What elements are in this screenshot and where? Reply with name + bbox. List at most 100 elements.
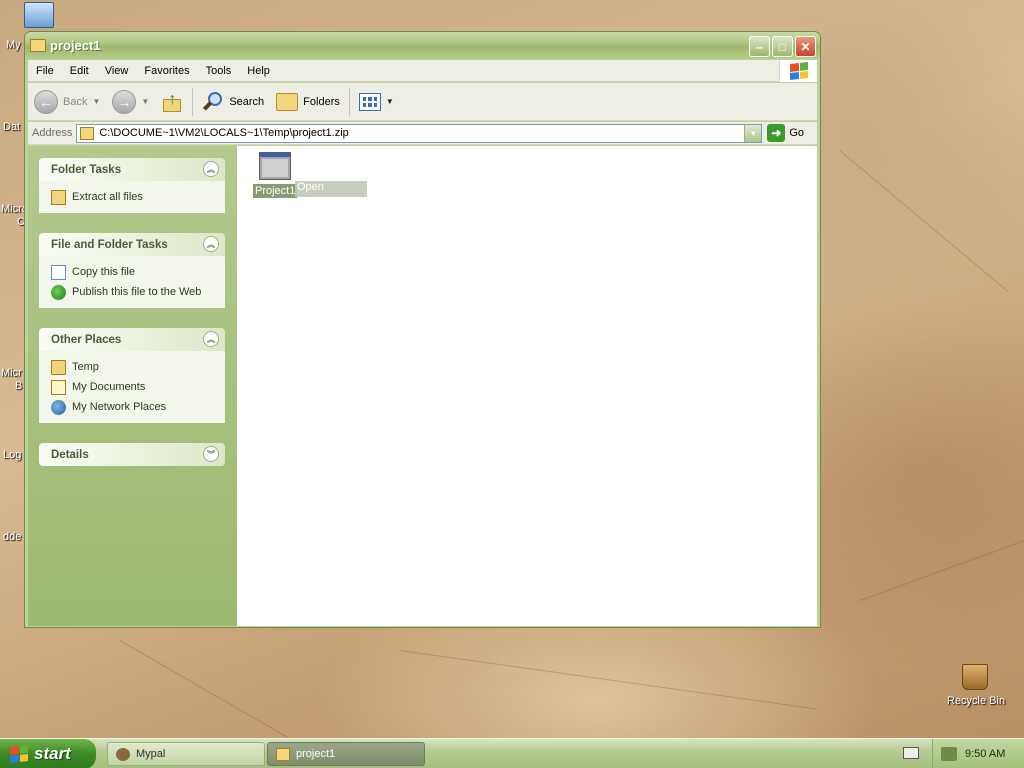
go-label: Go [789,127,805,139]
address-input[interactable]: C:\DOCUME~1\VM2\LOCALS~1\Temp\project1.z… [76,123,763,143]
back-button[interactable]: ← Back ▼ [28,86,106,118]
collapse-chevron-icon[interactable]: ︽ [203,331,219,347]
publish-web-icon [51,284,66,300]
folder-tasks-panel: Folder Tasks ︽ Extract all files [39,158,225,213]
menu-bar: File Edit View Favorites Tools Help [28,60,817,82]
folder-up-icon: ↑ [161,91,183,113]
task-copy-file[interactable]: Copy this file [51,262,225,282]
taskbar: start Mypal project1 9:50 AM [0,738,1024,768]
maximize-button[interactable]: □ [772,36,793,57]
file-folder-tasks-panel: File and Folder Tasks ︽ Copy this file P… [39,233,225,308]
extract-icon [51,189,66,205]
expand-chevron-icon[interactable]: ︾ [203,446,219,462]
folders-button[interactable]: Folders [270,86,346,118]
details-header[interactable]: Details ︾ [39,443,225,466]
desktop-icon-label[interactable]: My [6,39,21,51]
other-places-panel: Other Places ︽ Temp My Documents My Netw… [39,328,225,423]
task-pane: Folder Tasks ︽ Extract all files File an… [28,146,237,626]
start-button[interactable]: start [0,739,96,768]
zip-folder-icon [80,126,95,140]
copy-icon [51,264,66,280]
menu-file[interactable]: File [28,65,62,77]
taskbar-item-label: project1 [296,748,336,760]
toolbar-separator [192,87,194,116]
system-tray: 9:50 AM [932,739,1024,768]
details-panel: Details ︾ [39,443,225,466]
address-dropdown-button[interactable]: ▼ [744,124,762,142]
desktop-icon-label[interactable]: dde [3,531,21,543]
go-button[interactable]: ➜ Go [767,124,804,142]
my-computer-icon[interactable] [24,2,54,28]
desktop-icon-label[interactable]: B [15,380,22,392]
menu-edit[interactable]: Edit [62,65,97,77]
desktop-icon-label[interactable]: Dat [3,121,20,133]
address-value: C:\DOCUME~1\VM2\LOCALS~1\Temp\project1.z… [99,127,349,139]
wallpaper-sketch-line [839,150,1009,293]
menu-help[interactable]: Help [239,65,278,77]
drag-open-ghost: Open [295,181,367,197]
wallpaper-sketch-line [399,650,816,710]
place-label: My Documents [72,381,146,393]
network-tray-icon[interactable] [941,747,957,761]
file-label: Project1 [253,184,298,198]
chevron-down-icon[interactable]: ▼ [141,97,149,106]
search-button[interactable]: Search [196,86,270,118]
folders-icon [276,92,299,111]
search-icon [202,91,224,113]
folder-tasks-header[interactable]: Folder Tasks ︽ [39,158,225,181]
zip-folder-icon [30,39,46,52]
file-list-area[interactable]: Project1 Open [237,146,817,626]
window-controls: ‒ □ ✕ [749,36,816,57]
toolbar: ← Back ▼ → ▼ ↑ Search Folders ▼ [28,83,817,121]
taskbar-item-label: Mypal [136,748,166,760]
panel-title: File and Folder Tasks [51,238,168,251]
chevron-down-icon[interactable]: ▼ [92,97,100,106]
file-item-project1[interactable]: Project1 [253,152,298,198]
panel-title: Other Places [51,333,122,346]
application-window-icon [259,152,291,180]
close-button[interactable]: ✕ [795,36,816,57]
menu-favorites[interactable]: Favorites [136,65,197,77]
taskbar-item-project1[interactable]: project1 [267,742,425,766]
address-label: Address [32,127,73,139]
explorer-window: project1 ‒ □ ✕ File Edit View Favorites … [24,31,821,628]
back-label: Back [63,95,88,108]
file-folder-tasks-header[interactable]: File and Folder Tasks ︽ [39,233,225,256]
chevron-down-icon[interactable]: ▼ [386,97,394,106]
collapse-chevron-icon[interactable]: ︽ [203,236,219,252]
place-my-network-places[interactable]: My Network Places [51,397,225,417]
up-button[interactable]: ↑ [155,86,189,118]
keyboard-icon[interactable] [903,747,919,759]
taskbar-item-mypal[interactable]: Mypal [107,742,265,766]
mypal-icon [116,747,130,761]
desktop-icon-label[interactable]: Log [3,449,21,461]
place-my-documents[interactable]: My Documents [51,377,225,397]
minimize-button[interactable]: ‒ [749,36,770,57]
menu-view[interactable]: View [97,65,137,77]
menu-tools[interactable]: Tools [198,65,240,77]
desktop-icon-label[interactable]: Micr [1,367,22,379]
zip-folder-icon [276,747,290,761]
forward-arrow-icon: → [112,89,137,114]
windows-logo-icon [10,745,28,763]
recycle-bin-icon[interactable] [962,664,988,690]
collapse-chevron-icon[interactable]: ︽ [203,161,219,177]
task-extract-all[interactable]: Extract all files [51,187,225,207]
task-label: Extract all files [72,191,143,203]
my-documents-icon [51,379,66,395]
task-publish-web[interactable]: Publish this file to the Web [51,282,225,302]
views-button[interactable]: ▼ [353,86,400,118]
folders-label: Folders [303,95,340,108]
title-bar[interactable]: project1 ‒ □ ✕ [25,32,820,59]
network-places-icon [51,399,66,415]
forward-button[interactable]: → ▼ [106,86,155,118]
windows-logo-icon [779,60,817,82]
views-icon [358,92,381,111]
start-label: start [34,744,71,763]
place-temp[interactable]: Temp [51,357,225,377]
other-places-header[interactable]: Other Places ︽ [39,328,225,351]
recycle-bin-label[interactable]: Recycle Bin [947,695,1005,707]
folder-icon [51,359,66,375]
clock[interactable]: 9:50 AM [965,748,1005,760]
back-arrow-icon: ← [34,89,58,114]
